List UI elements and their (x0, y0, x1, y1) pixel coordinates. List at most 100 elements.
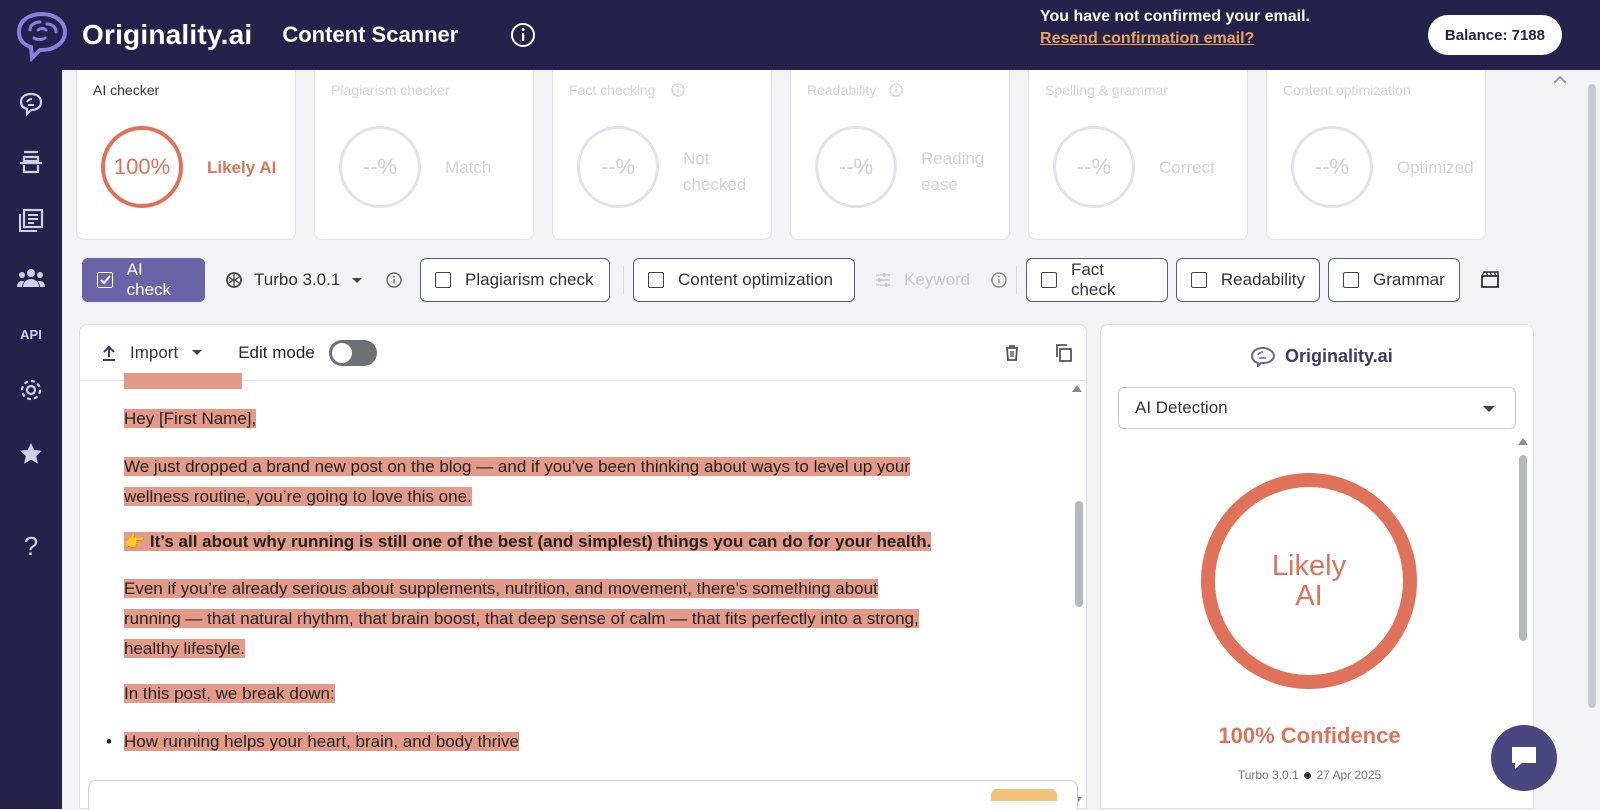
info-icon[interactable] (991, 272, 1007, 288)
scroll-up-arrow-icon[interactable] (1518, 438, 1528, 445)
text-editor[interactable]: Import Edit mode Hey [First Name], We ju… (79, 324, 1087, 809)
card-content-optimization[interactable]: Content optimization --% Optimized (1266, 70, 1486, 240)
import-dropdown[interactable]: Import (100, 343, 203, 363)
detection-type-select[interactable]: AI Detection (1118, 387, 1516, 429)
brand-logo[interactable]: Originality.ai (12, 8, 252, 62)
results-panel: Originality.ai AI Detection Likely AI 10… (1100, 324, 1534, 809)
ai-check-toggle[interactable]: AI check (82, 258, 205, 302)
scanner-icon (20, 150, 42, 174)
select-value: AI Detection (1135, 398, 1228, 417)
caret-down-icon (1483, 406, 1495, 412)
plagiarism-check-label: Plagiarism check (465, 270, 594, 289)
highlighted-text: healthy lifestyle. (124, 639, 245, 658)
highlighted-text: running — that natural rhythm, that brai… (124, 609, 919, 628)
card-result: Correct (1159, 158, 1215, 177)
edit-mode-toggle[interactable] (328, 339, 377, 366)
copy-icon[interactable] (1054, 343, 1074, 363)
editor-footer-input[interactable] (88, 780, 1078, 810)
page-scrollbar[interactable] (1588, 84, 1596, 708)
sidebar-item-library[interactable] (17, 206, 45, 234)
brain-icon (19, 92, 43, 117)
checkbox-icon (1343, 272, 1359, 288)
resend-confirmation-link[interactable]: Resend confirmation email? (1040, 30, 1310, 48)
card-result-line: ease (921, 175, 958, 194)
page-title: Content Scanner (282, 22, 459, 47)
email-notice: You have not confirmed your email. Resen… (1040, 8, 1310, 48)
card-plagiarism-checker[interactable]: Plagiarism checker --% Match (314, 70, 534, 240)
confidence-score: 100% Confidence (1218, 723, 1401, 748)
card-title: Fact checking (569, 82, 656, 98)
chat-bubble-icon (1512, 747, 1536, 769)
info-icon[interactable] (889, 83, 903, 97)
star-icon (20, 443, 42, 464)
logo-text: Originality.ai (82, 19, 253, 50)
divider (1016, 266, 1017, 294)
card-spelling-grammar[interactable]: Spelling & grammar --% Correct (1028, 70, 1248, 240)
upload-icon (103, 345, 115, 361)
sidebar-item-favorites[interactable] (17, 440, 45, 468)
card-result-line: Not (683, 149, 710, 168)
card-ai-checker[interactable]: AI checker 100% Likely AI (76, 70, 296, 240)
sidebar-item-api[interactable]: API (17, 320, 45, 348)
chevron-up-icon[interactable] (1550, 70, 1570, 90)
caret-down-icon (192, 350, 203, 355)
score-ring: --% (1053, 126, 1135, 208)
plagiarism-check-toggle[interactable]: Plagiarism check (420, 258, 610, 302)
sidebar-item-help[interactable]: ? (17, 531, 45, 561)
brain-logo-icon (1250, 346, 1276, 367)
content-optimization-toggle[interactable]: Content optimization (633, 258, 855, 302)
card-title: Plagiarism checker (331, 82, 450, 98)
bullet-icon: • (106, 732, 112, 751)
model-label: Turbo 3.0.1 (254, 270, 341, 289)
card-result-line: checked (683, 175, 747, 194)
sidebar-item-team[interactable] (17, 264, 45, 292)
sidebar-item-scanner[interactable] (17, 148, 45, 176)
fact-check-toggle[interactable]: Fact check (1026, 258, 1168, 302)
balance-badge[interactable]: Balance: 7188 (1427, 15, 1562, 55)
checkbox-checked-icon (97, 272, 113, 288)
card-result: Match (445, 158, 492, 177)
scroll-up-arrow-icon[interactable] (1072, 385, 1082, 392)
highlighted-text: How running helps your heart, brain, and… (124, 732, 520, 751)
info-icon[interactable] (510, 22, 536, 48)
fact-check-label: Fact check (1070, 260, 1116, 299)
content-optimization-label: Content optimization (678, 270, 833, 289)
chat-button[interactable] (1491, 725, 1557, 791)
score-ring: --% (577, 126, 659, 208)
top-bar: Originality.ai Content Scanner You have … (0, 0, 1600, 70)
clapperboard-icon[interactable] (1480, 270, 1500, 290)
panel-scrollbar[interactable] (1519, 455, 1527, 641)
highlighted-text: Even if you’re already serious about sup… (124, 579, 878, 598)
result-ring: Likely AI (1201, 473, 1417, 689)
brain-logo-icon (16, 11, 68, 62)
info-icon[interactable] (671, 83, 685, 97)
dot-separator-icon (1304, 772, 1312, 779)
paragraph-list-intro: In this post, we break down: (124, 679, 335, 709)
card-result: Reading ease (921, 146, 984, 198)
scan-options-toolbar: AI check Turbo 3.0.1 Plagiarism check Co… (82, 258, 1522, 302)
paragraph-intro: We just dropped a brand new post on the … (124, 452, 910, 512)
sidebar-item-settings[interactable] (17, 376, 45, 404)
grammar-toggle[interactable]: Grammar (1328, 258, 1460, 302)
readability-toggle[interactable]: Readability (1176, 258, 1320, 302)
main-area: AI checker 100% Likely AI Plagiarism che… (62, 70, 1600, 810)
team-icon (17, 269, 45, 287)
model-dropdown[interactable]: Turbo 3.0.1 (224, 258, 363, 302)
keyword-button[interactable]: Keyword (874, 258, 970, 302)
list-item: • How running helps your heart, brain, a… (106, 727, 520, 757)
result-ring-line: Likely (1271, 550, 1347, 582)
ai-check-label: AI check (126, 260, 172, 299)
card-readability[interactable]: Readability --% Reading ease (790, 70, 1010, 240)
library-icon (19, 208, 44, 232)
card-title: Content optimization (1283, 82, 1411, 98)
editor-scrollbar[interactable] (1075, 501, 1083, 607)
trash-icon[interactable] (1002, 343, 1022, 363)
sidebar-item-brain[interactable] (17, 90, 45, 118)
grammar-label: Grammar (1373, 270, 1445, 289)
checkbox-icon (648, 272, 664, 288)
footer-button[interactable] (991, 789, 1057, 801)
api-icon: API (20, 326, 42, 342)
info-icon[interactable] (386, 272, 402, 288)
highlighted-text: We just dropped a brand new post on the … (124, 457, 910, 476)
card-fact-checking[interactable]: Fact checking --% Not checked (552, 70, 772, 240)
